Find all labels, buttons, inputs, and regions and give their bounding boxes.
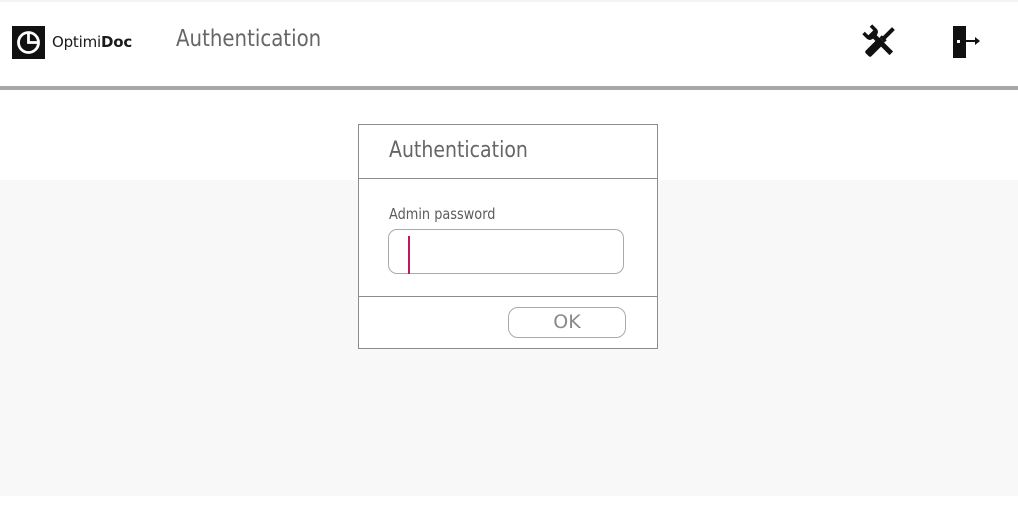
- logo-text-regular: Optimi: [52, 33, 101, 51]
- exit-button[interactable]: [946, 22, 986, 62]
- text-caret: [408, 236, 410, 274]
- top-strip: [0, 0, 1018, 2]
- ok-button[interactable]: OK: [508, 307, 626, 338]
- optimidoc-logo: OptimiDoc: [12, 25, 132, 59]
- logo-mark-icon: [12, 25, 45, 59]
- dialog-title: Authentication: [389, 138, 528, 163]
- tools-icon: [862, 24, 895, 57]
- authentication-dialog: Authentication Admin password OK: [358, 124, 658, 349]
- tools-button[interactable]: [858, 22, 902, 62]
- admin-password-input[interactable]: [388, 229, 624, 274]
- dialog-header: Authentication: [359, 125, 657, 179]
- admin-password-label: Admin password: [389, 205, 496, 223]
- logo-text: OptimiDoc: [52, 33, 132, 51]
- logo-text-bold: Doc: [100, 33, 133, 51]
- dialog-footer: OK: [359, 296, 657, 349]
- exit-door-icon: [953, 26, 980, 58]
- bottom-strip: [0, 496, 1018, 514]
- app-header: OptimiDoc Authentication: [0, 0, 1018, 86]
- app-root: OptimiDoc Authentication Authentication …: [0, 0, 1018, 514]
- header-divider: [0, 86, 1018, 90]
- page-title: Authentication: [176, 26, 322, 52]
